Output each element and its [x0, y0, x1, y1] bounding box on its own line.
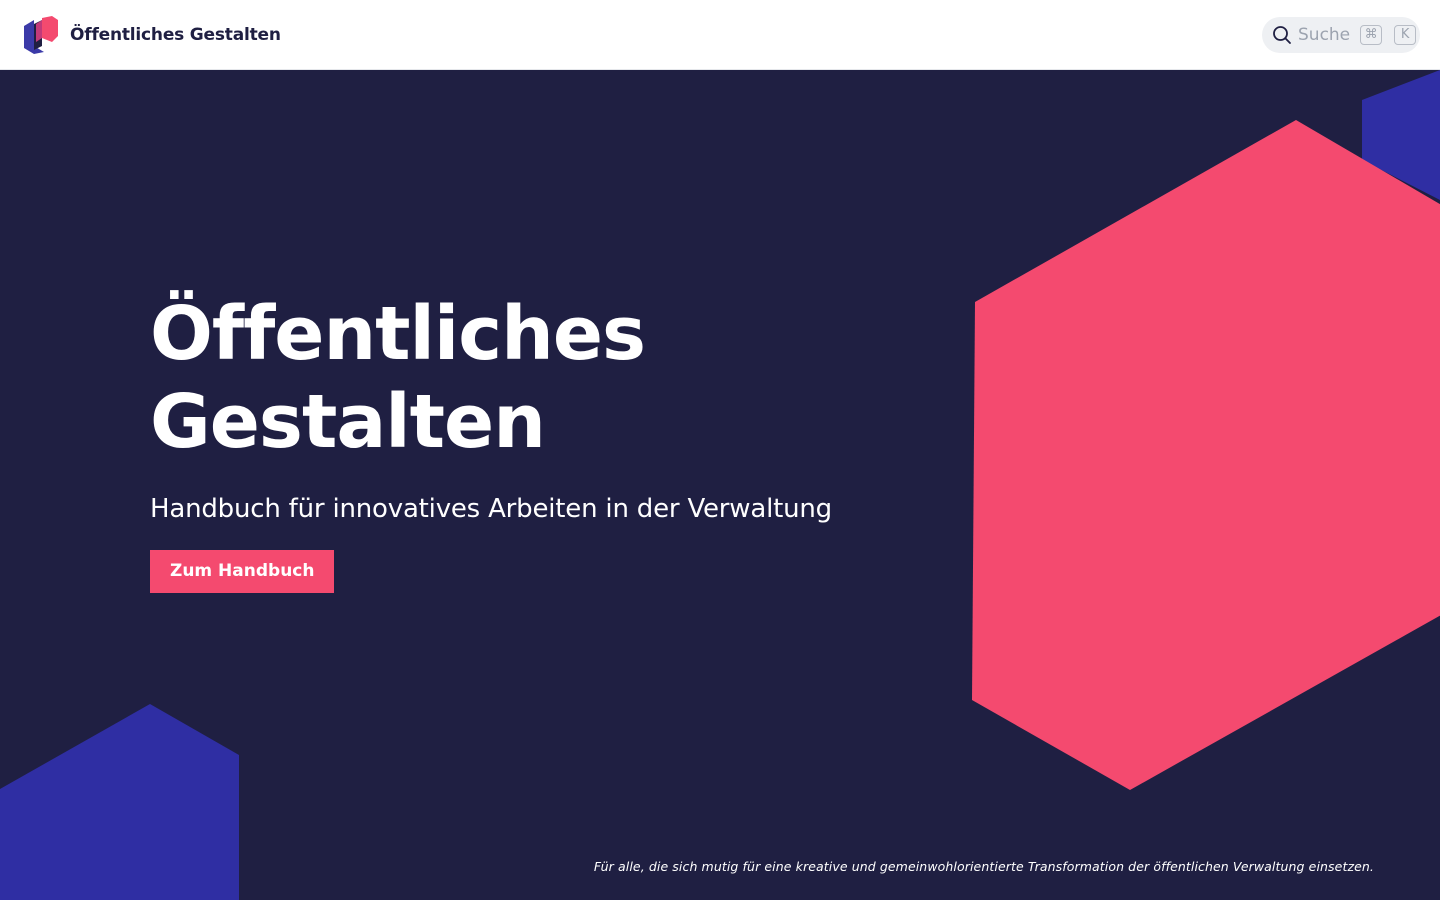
- shortcut-key-k: K: [1394, 24, 1417, 45]
- brand-name: Öffentliches Gestalten: [70, 24, 281, 45]
- hero-title: Öffentliches Gestalten: [150, 291, 646, 465]
- search-placeholder: Suche: [1298, 24, 1351, 45]
- hero-subtitle: Handbuch für innovatives Arbeiten in der…: [150, 494, 832, 524]
- shortcut-key-cmd: ⌘: [1360, 24, 1383, 45]
- search-icon: [1273, 25, 1291, 44]
- hexagon-logo-icon: [24, 15, 58, 54]
- hexagon-bottom-left-blue: [0, 704, 239, 900]
- hero-content: Öffentliches Gestalten Handbuch für inno…: [150, 290, 930, 593]
- to-handbook-button[interactable]: Zum Handbuch: [150, 550, 335, 593]
- hero-section: Öffentliches Gestalten Handbuch für inno…: [0, 70, 1440, 900]
- search-input[interactable]: Suche ⌘ K: [1262, 16, 1420, 53]
- hexagon-pink: [972, 120, 1440, 790]
- brand-home-link[interactable]: Öffentliches Gestalten: [22, 15, 281, 54]
- hero-tagline: Für alle, die sich mutig für eine kreati…: [593, 859, 1374, 874]
- site-header: Öffentliches Gestalten Suche ⌘ K: [0, 0, 1440, 70]
